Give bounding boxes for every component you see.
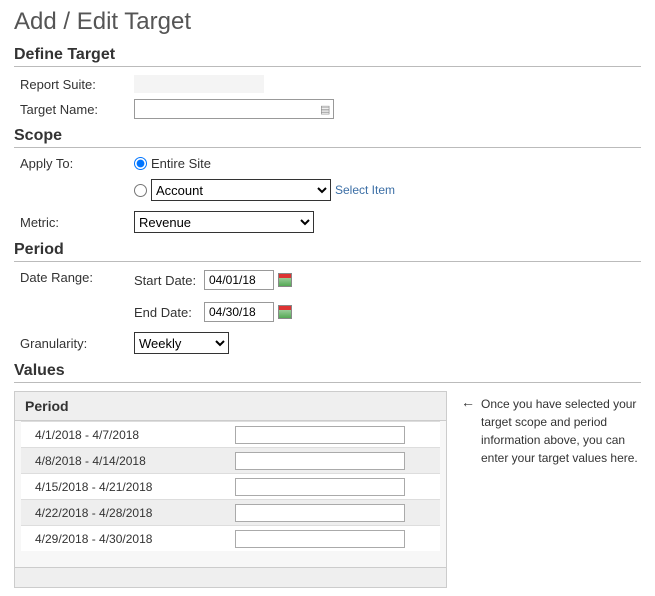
target-name-label: Target Name: (14, 102, 134, 117)
value-input[interactable] (235, 530, 405, 548)
value-input[interactable] (235, 478, 405, 496)
values-hint-text: Once you have selected your target scope… (481, 395, 641, 467)
granularity-select[interactable]: Weekly (134, 332, 229, 354)
period-cell: 4/8/2018 - 4/14/2018 (21, 454, 231, 468)
period-cell: 4/15/2018 - 4/21/2018 (21, 480, 231, 494)
page-title: Add / Edit Target (14, 8, 641, 36)
values-row: 4/8/2018 - 4/14/2018 (21, 447, 440, 473)
period-cell: 4/22/2018 - 4/28/2018 (21, 506, 231, 520)
section-scope: Scope (14, 127, 641, 148)
metric-select[interactable]: Revenue (134, 211, 314, 233)
clipboard-icon: ▤ (320, 103, 334, 116)
metric-label: Metric: (14, 215, 134, 230)
select-item-link[interactable]: Select Item (335, 183, 395, 197)
period-column-header: Period (15, 392, 446, 421)
values-row: 4/29/2018 - 4/30/2018 (21, 525, 440, 551)
value-input[interactable] (235, 504, 405, 522)
apply-to-label: Apply To: (14, 156, 134, 171)
period-cell: 4/1/2018 - 4/7/2018 (21, 428, 231, 442)
report-suite-label: Report Suite: (14, 77, 134, 92)
end-date-input[interactable] (204, 302, 274, 322)
calendar-icon[interactable] (278, 305, 292, 319)
period-cell: 4/29/2018 - 4/30/2018 (21, 532, 231, 546)
values-row: 4/1/2018 - 4/7/2018 (21, 421, 440, 447)
values-row: 4/15/2018 - 4/21/2018 (21, 473, 440, 499)
granularity-label: Granularity: (14, 336, 134, 351)
date-range-label: Date Range: (14, 270, 134, 285)
calendar-icon[interactable] (278, 273, 292, 287)
start-date-input[interactable] (204, 270, 274, 290)
values-table-footer (15, 567, 446, 587)
account-radio[interactable] (134, 184, 147, 197)
account-select[interactable]: Account (151, 179, 331, 201)
values-table: Period 4/1/2018 - 4/7/2018 4/8/2018 - 4/1… (14, 391, 447, 588)
entire-site-radio-label: Entire Site (151, 156, 211, 171)
entire-site-radio[interactable] (134, 157, 147, 170)
section-values: Values (14, 362, 641, 383)
value-input[interactable] (235, 452, 405, 470)
end-date-label: End Date: (134, 305, 200, 320)
target-name-input[interactable] (134, 99, 334, 119)
report-suite-value (134, 75, 264, 93)
start-date-label: Start Date: (134, 273, 200, 288)
arrow-left-icon: ← (461, 395, 475, 467)
values-row: 4/22/2018 - 4/28/2018 (21, 499, 440, 525)
value-input[interactable] (235, 426, 405, 444)
section-define-target: Define Target (14, 46, 641, 67)
section-period: Period (14, 241, 641, 262)
